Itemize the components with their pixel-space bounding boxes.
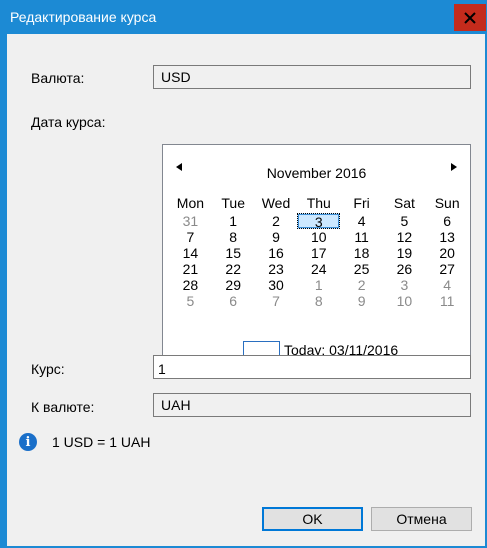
- weekday-label: Mon: [176, 195, 205, 211]
- weekday-header: Mon Tue Wed Thu Fri Sat Sun: [169, 195, 469, 213]
- calendar-day[interactable]: 23: [255, 261, 298, 277]
- title-bar[interactable]: Редактирование курса: [0, 0, 487, 34]
- cancel-button[interactable]: Отмена: [371, 507, 472, 531]
- weekday-label: Sun: [434, 195, 460, 211]
- calendar-day[interactable]: 18: [340, 245, 383, 261]
- weekday-label: Sat: [393, 195, 415, 211]
- calendar-day[interactable]: 4: [426, 277, 469, 293]
- dialog-body: Валюта: USD Дата курса: November 2016 Mo…: [7, 34, 485, 546]
- calendar-day[interactable]: 26: [383, 261, 426, 277]
- rate-input[interactable]: [153, 355, 471, 379]
- calendar-day[interactable]: 24: [297, 261, 340, 277]
- calendar-day[interactable]: 16: [255, 245, 298, 261]
- calendar-month-title[interactable]: November 2016: [163, 165, 470, 181]
- calendar-grid: 31 1 2 3 4 5 6 7 8 9 10 11 12 13 14 15 16 17 18 19 20 21 22 23 2…: [169, 213, 469, 309]
- calendar-day-selected[interactable]: 3: [297, 213, 341, 230]
- calendar-day[interactable]: 8: [212, 229, 255, 245]
- calendar-day[interactable]: 2: [255, 213, 298, 229]
- dialog-window: Редактирование курса Валюта: USD Дата ку…: [0, 0, 487, 548]
- calendar-day[interactable]: 30: [255, 277, 298, 293]
- calendar-day[interactable]: 28: [169, 277, 212, 293]
- calendar-day[interactable]: 25: [340, 261, 383, 277]
- calendar-day[interactable]: 27: [426, 261, 469, 277]
- calendar-day[interactable]: 20: [426, 245, 469, 261]
- calendar-day[interactable]: 3: [383, 277, 426, 293]
- calendar-day[interactable]: 15: [212, 245, 255, 261]
- calendar-day[interactable]: 21: [169, 261, 212, 277]
- calendar-day[interactable]: 17: [297, 245, 340, 261]
- calendar-week-row: 21 22 23 24 25 26 27: [169, 261, 469, 277]
- conversion-text: 1 USD = 1 UAH: [52, 434, 151, 450]
- calendar-week-row: 7 8 9 10 11 12 13: [169, 229, 469, 245]
- calendar-day[interactable]: 14: [169, 245, 212, 261]
- calendar-day[interactable]: 10: [297, 229, 340, 245]
- triangle-right-icon: [451, 163, 457, 171]
- date-label: Дата курса:: [31, 114, 106, 130]
- calendar-day[interactable]: 13: [426, 229, 469, 245]
- window-title: Редактирование курса: [10, 9, 157, 25]
- calendar-day[interactable]: 22: [212, 261, 255, 277]
- ok-button[interactable]: OK: [262, 507, 363, 531]
- calendar-day[interactable]: 1: [212, 213, 255, 229]
- calendar-day[interactable]: 12: [383, 229, 426, 245]
- weekday-label: Tue: [221, 195, 245, 211]
- calendar-week-row: 28 29 30 1 2 3 4: [169, 277, 469, 293]
- next-month-button[interactable]: [446, 159, 462, 175]
- close-button[interactable]: [454, 4, 486, 31]
- calendar-day[interactable]: 10: [383, 293, 426, 309]
- close-icon: [464, 11, 476, 24]
- calendar-day[interactable]: 11: [426, 293, 469, 309]
- calendar-day[interactable]: 29: [212, 277, 255, 293]
- currency-label: Валюта:: [31, 70, 85, 86]
- weekday-label: Thu: [306, 195, 331, 211]
- calendar-day[interactable]: 2: [340, 277, 383, 293]
- calendar-week-row: 14 15 16 17 18 19 20: [169, 245, 469, 261]
- to-currency-label: К валюте:: [31, 399, 95, 415]
- conversion-info: i 1 USD = 1 UAH: [19, 433, 150, 451]
- calendar-day[interactable]: 19: [383, 245, 426, 261]
- date-calendar[interactable]: November 2016 Mon Tue Wed Thu Fri Sat Sun 31 1 2…: [162, 144, 471, 371]
- calendar-day[interactable]: 9: [340, 293, 383, 309]
- info-icon: i: [19, 433, 37, 451]
- calendar-day[interactable]: 31: [169, 213, 212, 229]
- weekday-label: Wed: [261, 195, 291, 211]
- calendar-day[interactable]: 9: [255, 229, 298, 245]
- calendar-day[interactable]: 11: [340, 229, 383, 245]
- rate-label: Курс:: [31, 361, 65, 377]
- calendar-day[interactable]: 5: [383, 213, 426, 229]
- weekday-label: Fri: [353, 195, 370, 211]
- calendar-week-row: 31 1 2 3 4 5 6: [169, 213, 469, 230]
- calendar-week-row: 5 6 7 8 9 10 11: [169, 293, 469, 309]
- calendar-day[interactable]: 7: [169, 229, 212, 245]
- calendar-day[interactable]: 6: [212, 293, 255, 309]
- calendar-day[interactable]: 6: [426, 213, 469, 229]
- calendar-day[interactable]: 1: [297, 277, 340, 293]
- currency-field: USD: [153, 65, 471, 89]
- calendar-day[interactable]: 5: [169, 293, 212, 309]
- calendar-day[interactable]: 7: [255, 293, 298, 309]
- to-currency-field: UAH: [153, 393, 471, 417]
- calendar-day[interactable]: 4: [340, 213, 383, 229]
- calendar-day[interactable]: 8: [297, 293, 340, 309]
